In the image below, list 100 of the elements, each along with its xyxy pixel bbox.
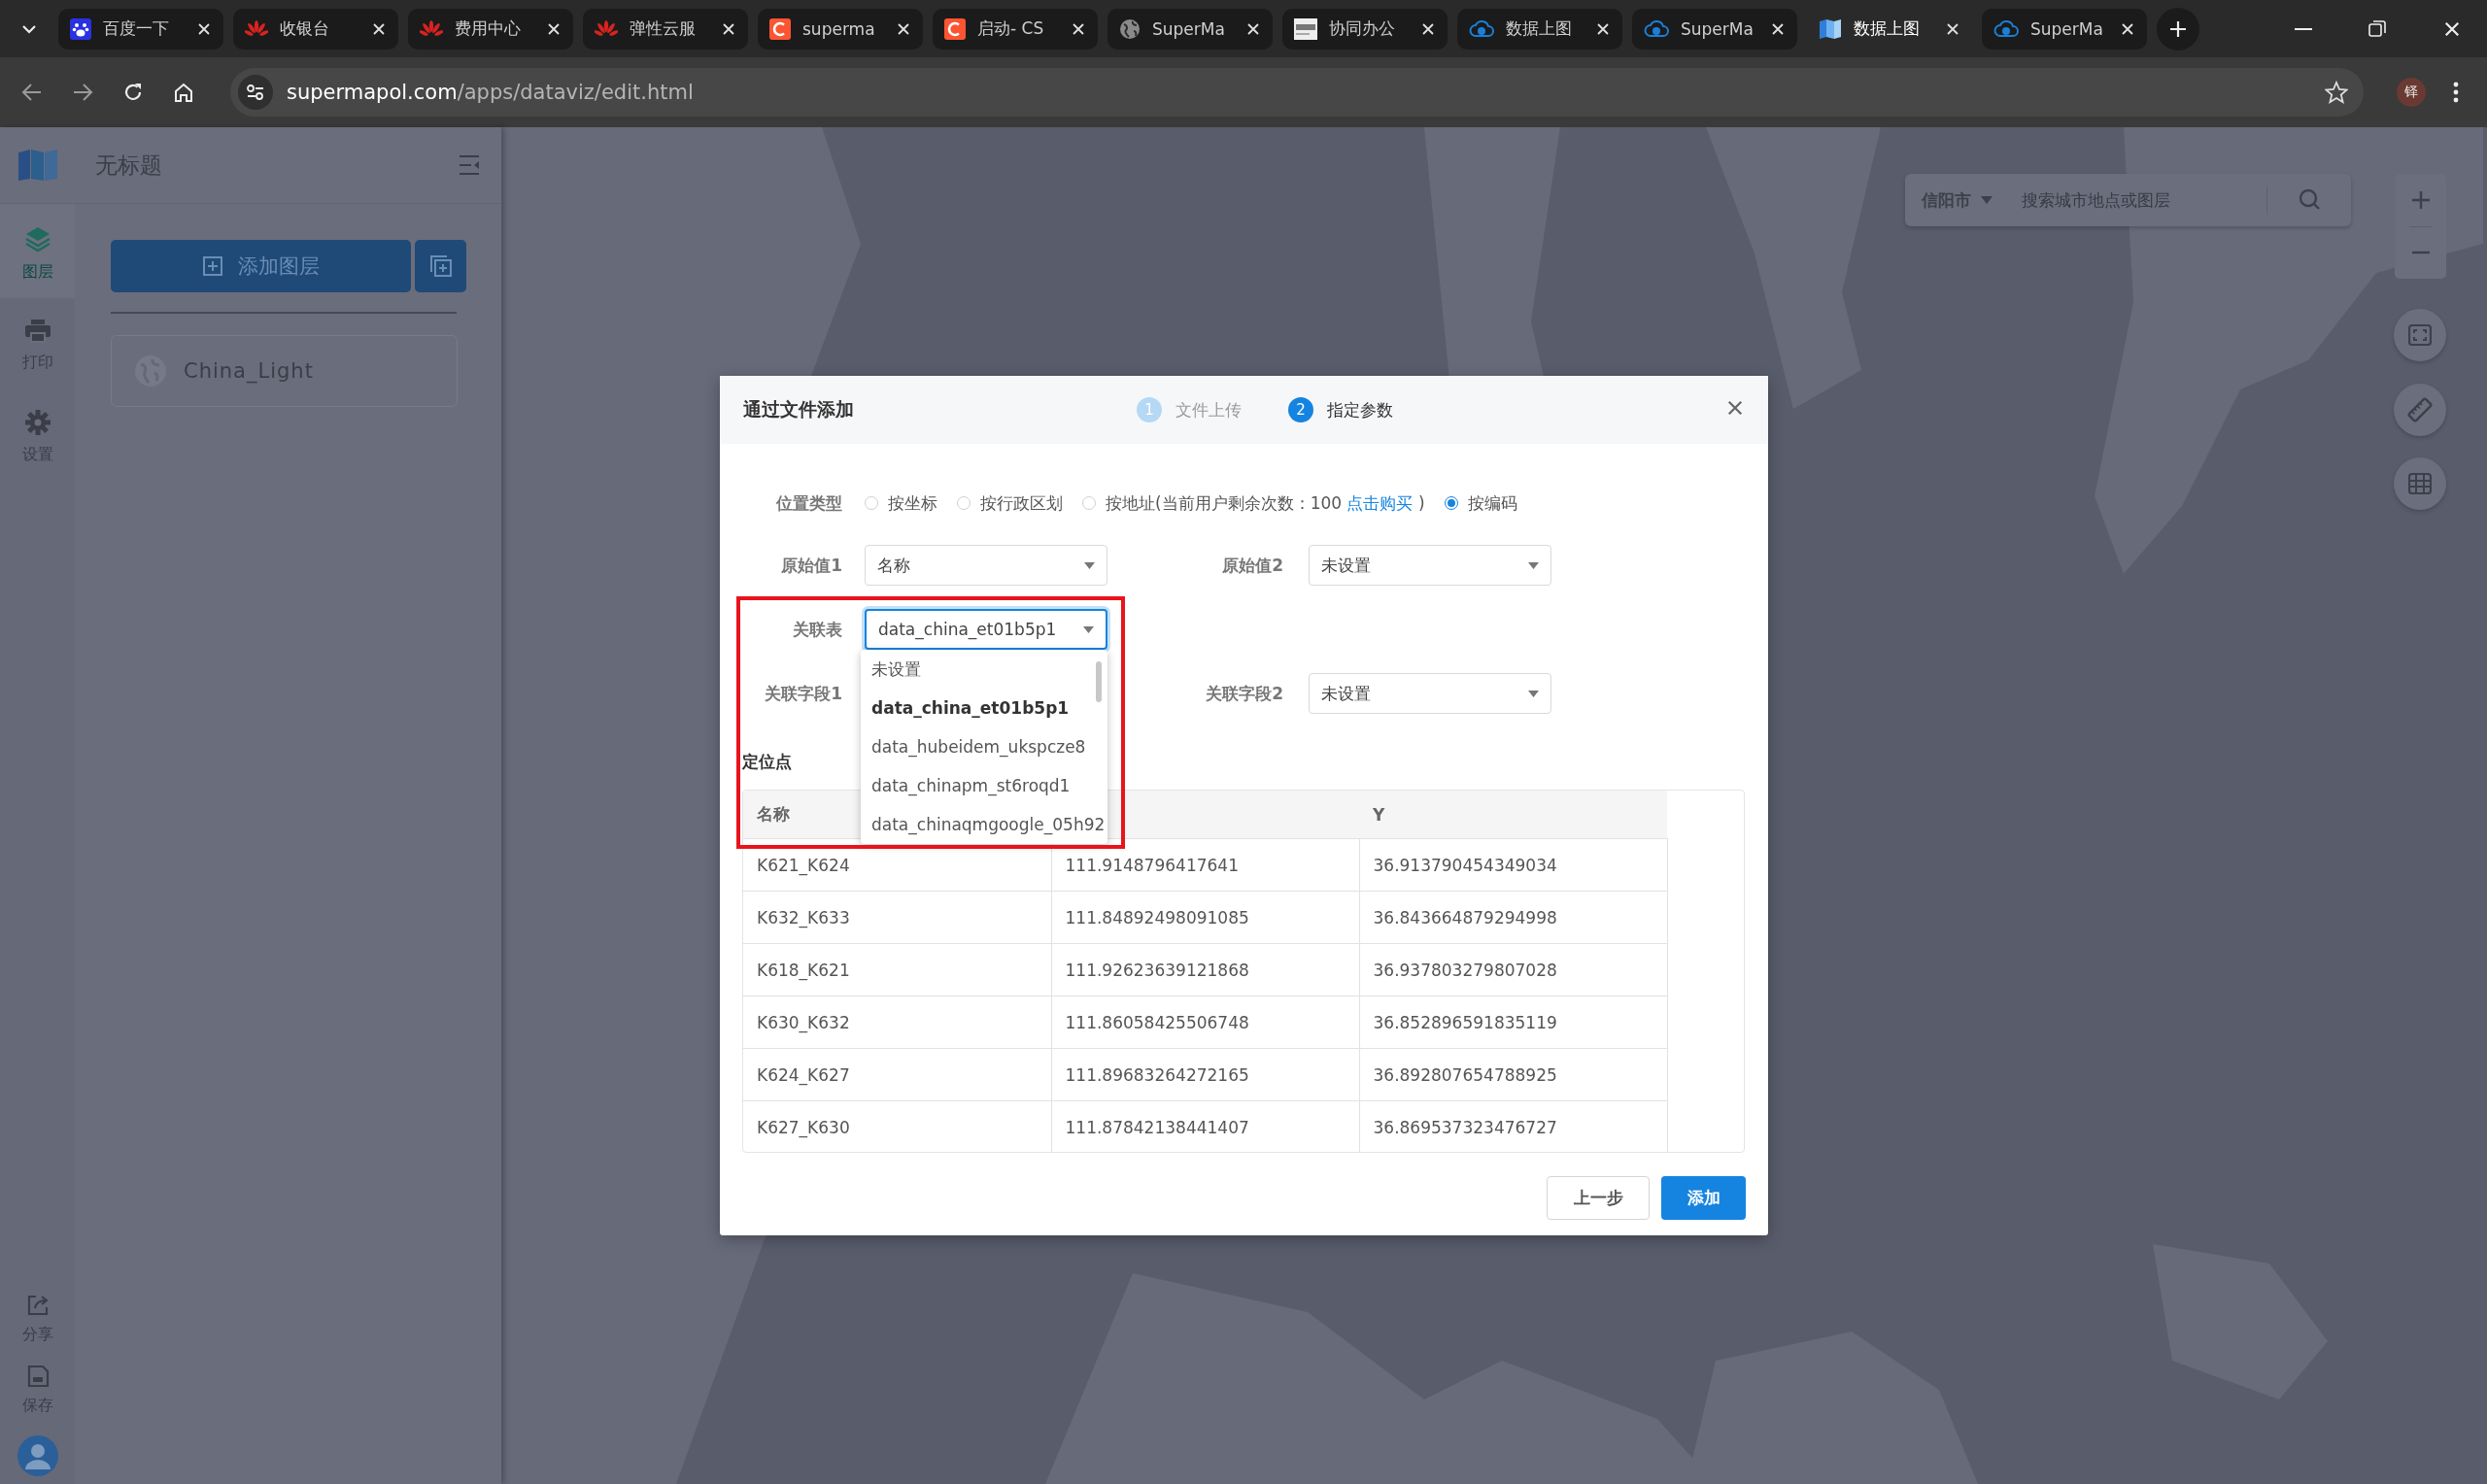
table-cell: 36.843664879294998: [1359, 891, 1667, 944]
gear-icon: [24, 410, 51, 435]
caret-icon: [1981, 196, 1993, 204]
logo-icon: [769, 17, 791, 40]
browser-tab[interactable]: SuperMa: [1632, 8, 1797, 50]
table-cell: 111.84892498091085: [1051, 891, 1359, 944]
add-layer-group-button[interactable]: [415, 240, 466, 292]
table-cell: 111.92623639121868: [1051, 943, 1359, 996]
field-label: 原始值2: [1221, 554, 1283, 577]
browser-tab[interactable]: 费用中心: [408, 8, 573, 50]
browser-tab[interactable]: 百度一下: [58, 8, 223, 50]
close-icon[interactable]: [1420, 20, 1436, 37]
page-icon: [1294, 17, 1317, 40]
dropdown-option[interactable]: data_china_et01b5p1: [861, 689, 1080, 727]
table-cell: 111.86058425506748: [1051, 995, 1359, 1049]
cloud-icon: [1644, 17, 1669, 40]
plus-icon: [2168, 18, 2188, 39]
close-icon[interactable]: [1071, 20, 1086, 37]
home-icon[interactable]: [173, 82, 194, 103]
table-cell: 36.913790454349034: [1359, 838, 1667, 892]
new-tab-button[interactable]: [2157, 7, 2199, 51]
table-cell: K630_K632: [743, 995, 1051, 1049]
scrollbar-thumb[interactable]: [1096, 661, 1102, 702]
option-label[interactable]: 按地址(当前用户剩余次数：100 点击购买 ): [1106, 491, 1425, 515]
printer-icon: [24, 320, 51, 343]
map-logo-icon: [17, 150, 58, 181]
back-button[interactable]: 上一步: [1547, 1176, 1650, 1220]
ruler-icon: [2407, 397, 2433, 422]
browser-tab[interactable]: 数据上图: [1807, 8, 1972, 50]
field-label: 关联字段1: [764, 682, 842, 705]
close-icon[interactable]: [1595, 20, 1611, 37]
close-icon[interactable]: [2120, 20, 2135, 37]
select-field[interactable]: 名称: [865, 545, 1107, 586]
profile-avatar[interactable]: 铎: [2397, 78, 2426, 107]
url-text[interactable]: supermapol.com/apps/dataviz/edit.html: [287, 81, 694, 104]
table-cell: 36.852896591835119: [1359, 995, 1667, 1049]
step-number: 1: [1137, 397, 1162, 422]
minus-icon: [2410, 251, 2431, 255]
close-icon[interactable]: [721, 20, 736, 37]
cloud-icon: [1469, 17, 1494, 40]
caret-icon: [1084, 561, 1095, 569]
close-icon[interactable]: [196, 20, 212, 37]
table-cell: K618_K621: [743, 943, 1051, 996]
forward-icon[interactable]: [72, 83, 93, 102]
select-field[interactable]: 未设置: [1309, 673, 1551, 714]
close-icon[interactable]: [371, 20, 387, 37]
close-icon[interactable]: [546, 20, 562, 37]
star-icon[interactable]: [2325, 81, 2348, 104]
plus-square-icon: [202, 256, 222, 276]
browser-tab[interactable]: superma: [758, 8, 923, 50]
browser-tab[interactable]: 启动- CS: [933, 8, 1098, 50]
close-icon[interactable]: [896, 20, 911, 37]
browser-tab[interactable]: SuperMa: [1107, 8, 1273, 50]
copy-plus-icon: [429, 255, 452, 277]
back-icon[interactable]: [21, 83, 43, 102]
table-cell: 111.89683264272165: [1051, 1048, 1359, 1101]
add-button[interactable]: 添加: [1661, 1176, 1746, 1220]
paw-icon: [70, 17, 91, 40]
option-label[interactable]: 按坐标: [888, 491, 937, 515]
address-bar[interactable]: supermapol.com/apps/dataviz/edit.html: [230, 68, 2364, 117]
buy-link[interactable]: 点击购买: [1346, 492, 1414, 513]
save-icon: [25, 1365, 50, 1388]
reload-icon[interactable]: [122, 82, 144, 103]
chevron-down-icon[interactable]: [21, 23, 37, 34]
browser-tab[interactable]: 数据上图: [1457, 8, 1622, 50]
logo-icon: [944, 17, 966, 40]
field-label: 关联字段2: [1205, 682, 1283, 705]
option-label[interactable]: 按行政区划: [980, 491, 1063, 515]
browser-tab[interactable]: SuperMa: [1982, 8, 2147, 50]
select-field[interactable]: 未设置: [1309, 545, 1551, 586]
close-icon[interactable]: [1245, 20, 1261, 37]
minimize-icon[interactable]: [2295, 27, 2312, 30]
table-cell: 111.9148796417641: [1051, 838, 1359, 892]
radio-button[interactable]: [1444, 496, 1458, 510]
layers-icon: [23, 225, 51, 253]
tune-icon[interactable]: [246, 84, 265, 101]
option-label[interactable]: 按编码: [1467, 491, 1517, 515]
globe-icon: [1119, 17, 1141, 40]
table-cell: 36.892807654788925: [1359, 1048, 1667, 1101]
share-icon: [25, 1294, 50, 1317]
wizard-step[interactable]: 2 指定参数: [1288, 397, 1393, 422]
dropdown-option[interactable]: data_hubeidem_ukspcze8: [861, 727, 1097, 766]
step-number: 2: [1288, 397, 1313, 422]
browser-tab[interactable]: 弹性云服: [583, 8, 748, 50]
close-icon[interactable]: [1770, 20, 1786, 37]
more-icon[interactable]: [2453, 82, 2459, 103]
dropdown-option[interactable]: 未设置: [861, 650, 932, 689]
table-cell: 36.937803279807028: [1359, 943, 1667, 996]
cloud-icon: [1993, 17, 2019, 40]
search-field[interactable]: 搜索城市地点或图层: [2020, 189, 2257, 211]
caret-icon: [1083, 625, 1094, 633]
fullscreen-icon: [2408, 324, 2432, 346]
close-icon[interactable]: [1945, 20, 1960, 37]
flower-icon: [245, 18, 268, 39]
select-field[interactable]: data_china_et01b5p1: [865, 609, 1107, 650]
table-icon: [2408, 473, 2432, 494]
browser-tab[interactable]: 收银台: [233, 8, 398, 50]
restore-icon[interactable]: [2368, 19, 2386, 38]
table-cell: K624_K627: [743, 1048, 1051, 1101]
browser-tab[interactable]: 协同办公: [1282, 8, 1448, 50]
